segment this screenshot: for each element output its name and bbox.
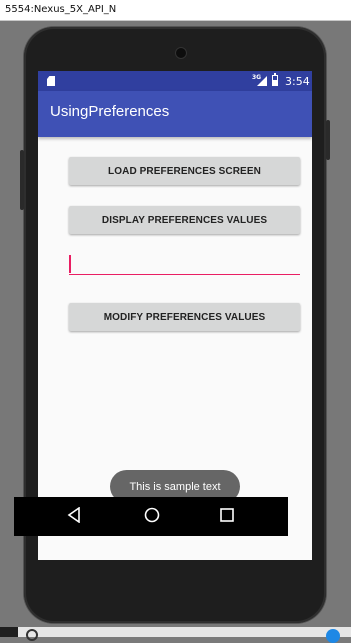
volume-button	[20, 150, 24, 210]
app-bar: UsingPreferences	[38, 91, 312, 137]
navigation-bar	[14, 497, 288, 536]
status-clock: 3:54	[285, 75, 310, 88]
app-icon[interactable]	[326, 629, 340, 643]
home-icon[interactable]	[144, 507, 160, 523]
load-preferences-button[interactable]: LOAD PREFERENCES SCREEN	[69, 157, 300, 185]
recents-icon[interactable]	[220, 507, 234, 523]
modify-preferences-button[interactable]: MODIFY PREFERENCES VALUES	[69, 303, 300, 331]
earpiece-icon	[175, 47, 187, 59]
signal-icon	[257, 76, 267, 86]
app-title: UsingPreferences	[50, 103, 170, 120]
device-screen: 3G 3:54 UsingPreferences LOAD PREFERENCE…	[38, 71, 312, 560]
text-cursor	[69, 255, 71, 273]
sd-card-icon	[47, 76, 55, 86]
host-taskbar	[0, 627, 351, 637]
window-title: 5554:Nexus_5X_API_N	[5, 4, 117, 15]
search-icon[interactable]	[26, 629, 38, 641]
window-titlebar: 5554:Nexus_5X_API_N	[0, 0, 351, 21]
display-preferences-button[interactable]: DISPLAY PREFERENCES VALUES	[69, 206, 300, 234]
battery-icon	[272, 73, 278, 86]
power-button	[326, 120, 330, 160]
back-icon[interactable]	[67, 507, 81, 523]
status-bar: 3G 3:54	[38, 71, 312, 91]
preferences-text-input[interactable]	[69, 252, 300, 275]
start-icon[interactable]	[0, 627, 18, 637]
